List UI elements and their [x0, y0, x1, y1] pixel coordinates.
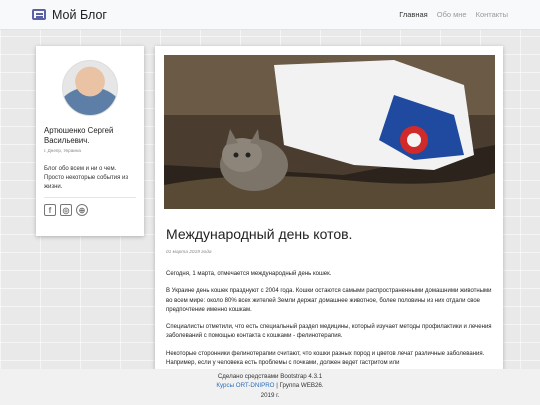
- post-paragraph: В Украине день кошек празднуют с 2004 го…: [166, 288, 492, 313]
- divider: [44, 197, 136, 199]
- post-paragraph: Сегодня, 1 марта, отмечается международн…: [166, 271, 332, 277]
- course-link[interactable]: Курсы ORT-DNIPRO: [216, 382, 274, 389]
- post-image: [164, 55, 495, 209]
- navbar: Мой Блог Главная Обо мне Контакты: [0, 0, 540, 30]
- globe-icon[interactable]: ⊕: [76, 204, 88, 217]
- footer-credit: Сделано средствами Bootstrap 4.3.1: [217, 373, 323, 380]
- cat-in-bag-image: [164, 55, 495, 209]
- post-body: Сегодня, 1 марта, отмечается международн…: [166, 270, 494, 372]
- nav-link-about[interactable]: Обо мне: [437, 10, 467, 19]
- author-location: г. Днепр, Украина: [44, 148, 81, 154]
- brand-title: Мой Блог: [52, 7, 107, 22]
- post-date: 01 марта 2019 года: [166, 250, 212, 255]
- avatar: [62, 60, 118, 116]
- author-name: Артюшенко Сергей Васильевич.: [44, 126, 114, 146]
- nav-link-contacts[interactable]: Контакты: [476, 10, 508, 19]
- brand[interactable]: Мой Блог: [32, 8, 107, 22]
- footer-course-line: Курсы ORT-DNIPRO | Группа WEB26.: [0, 381, 540, 390]
- post-card: Международный день котов. 01 марта 2019 …: [155, 46, 503, 372]
- nav-link-home[interactable]: Главная: [399, 10, 428, 19]
- author-bio: Блог обо всем и ни о чем. Просто некотор…: [44, 166, 129, 190]
- post-paragraph: Специалисты отметили, что есть специальн…: [166, 324, 492, 340]
- footer: Сделано средствами Bootstrap 4.3.1 Курсы…: [0, 369, 540, 405]
- footer-group: | Группа WEB26.: [274, 382, 324, 390]
- instagram-icon[interactable]: ◎: [60, 204, 72, 217]
- post-paragraph: Некоторые сторонники фелинотерапии счита…: [166, 350, 485, 367]
- social-links: f ◎ ⊕: [44, 204, 136, 217]
- author-card: Артюшенко Сергей Васильевич. г. Днепр, У…: [36, 46, 144, 236]
- facebook-icon[interactable]: f: [44, 204, 56, 217]
- chat-icon: [32, 9, 46, 20]
- nav-links: Главная Обо мне Контакты: [399, 10, 508, 19]
- footer-year: 2019 г.: [260, 391, 280, 399]
- post-title: Международный день котов.: [166, 226, 353, 242]
